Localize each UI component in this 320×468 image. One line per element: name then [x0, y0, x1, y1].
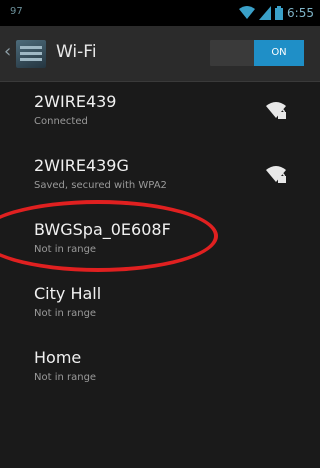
- status-icons: 6:55: [239, 4, 314, 22]
- status-bar: 97 6:55: [0, 0, 320, 26]
- network-item[interactable]: 2WIRE439 Connected: [0, 82, 320, 146]
- wifi-toggle[interactable]: ON: [210, 40, 304, 66]
- network-ssid: 2WIRE439: [34, 92, 117, 111]
- battery-icon: [275, 6, 284, 20]
- status-time: 6:55: [287, 6, 314, 20]
- network-ssid: Home: [34, 348, 82, 367]
- page-title: Wi-Fi: [56, 42, 97, 62]
- network-status: Saved, secured with WPA2: [34, 180, 167, 191]
- network-ssid: City Hall: [34, 284, 102, 303]
- action-bar: ‹ Wi-Fi ON: [0, 26, 320, 82]
- settings-app-icon[interactable]: [16, 40, 46, 68]
- cell-signal-icon: [259, 6, 272, 20]
- status-left-indicator: 97: [10, 6, 23, 17]
- network-ssid: 2WIRE439G: [34, 156, 129, 175]
- network-item[interactable]: 2WIRE439G Saved, secured with WPA2: [0, 146, 320, 210]
- network-status: Connected: [34, 116, 88, 127]
- network-status: Not in range: [34, 372, 97, 383]
- phone-screen: 97 6:55 ‹ Wi-Fi ON 2WIRE439 Connected 2W…: [0, 0, 320, 468]
- network-item[interactable]: Home Not in range: [0, 338, 320, 402]
- wifi-status-icon: [239, 6, 256, 19]
- network-status: Not in range: [34, 308, 97, 319]
- network-item[interactable]: City Hall Not in range: [0, 274, 320, 338]
- back-chevron-icon[interactable]: ‹: [4, 41, 11, 62]
- wifi-locked-icon: [266, 166, 286, 183]
- toggle-on-label: ON: [254, 40, 304, 66]
- wifi-locked-icon: [266, 102, 286, 119]
